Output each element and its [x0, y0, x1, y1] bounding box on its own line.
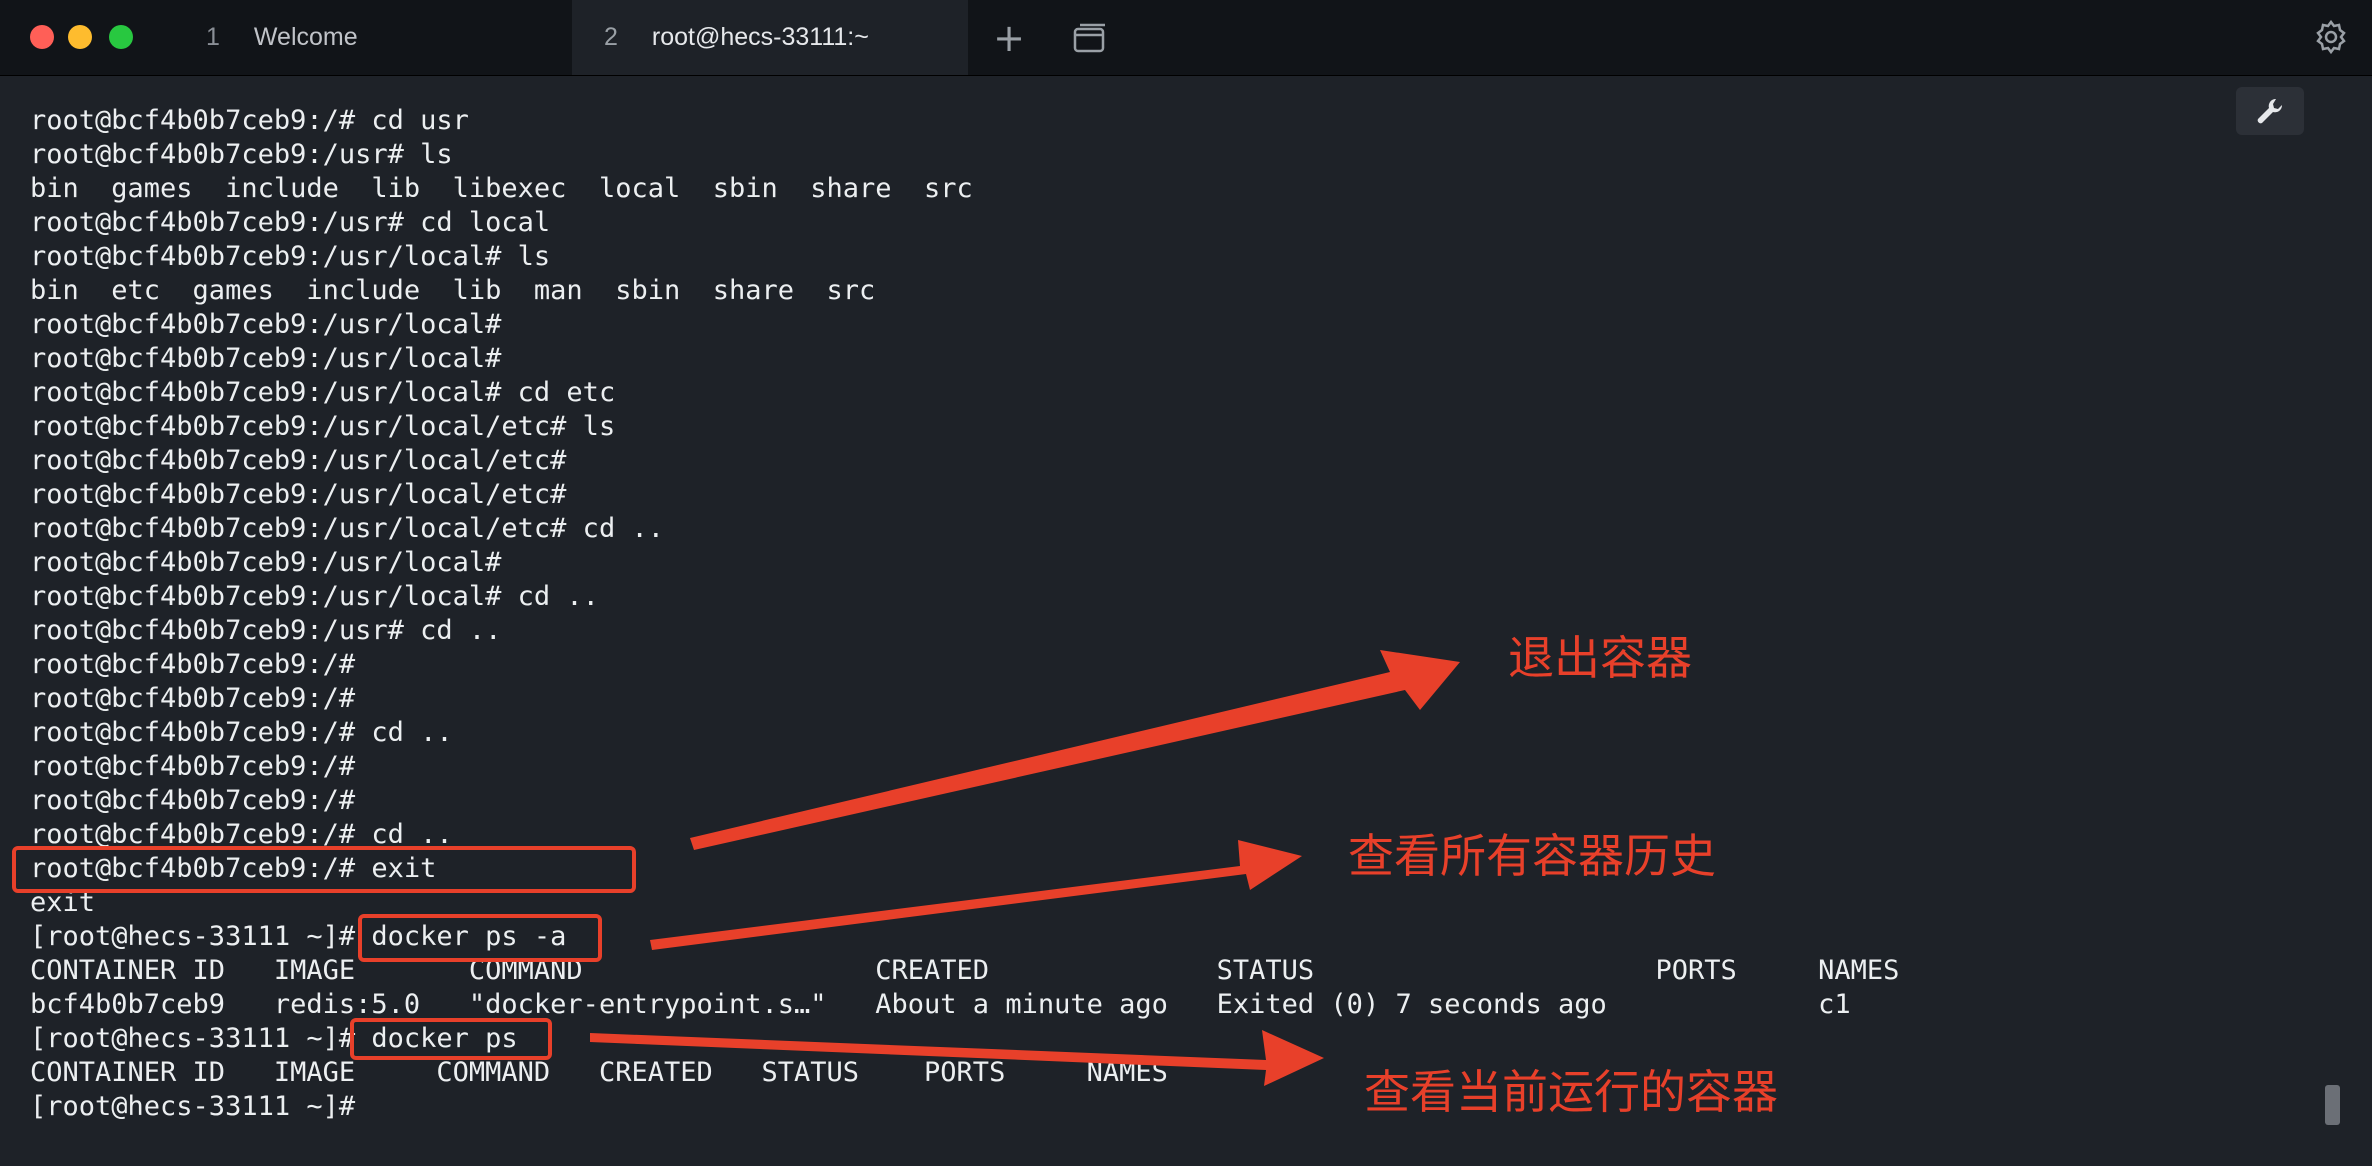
arrow-history: [650, 840, 1302, 950]
annotation-exit-container: 退出容器: [1508, 631, 1692, 685]
annotation-view-running: 查看当前运行的容器: [1364, 1065, 1778, 1119]
arrow-exit: [690, 650, 1460, 850]
annotation-view-all-history: 查看所有容器历史: [1348, 829, 1716, 883]
annotation-arrows: [590, 650, 1460, 1086]
arrow-running: [590, 1030, 1324, 1086]
